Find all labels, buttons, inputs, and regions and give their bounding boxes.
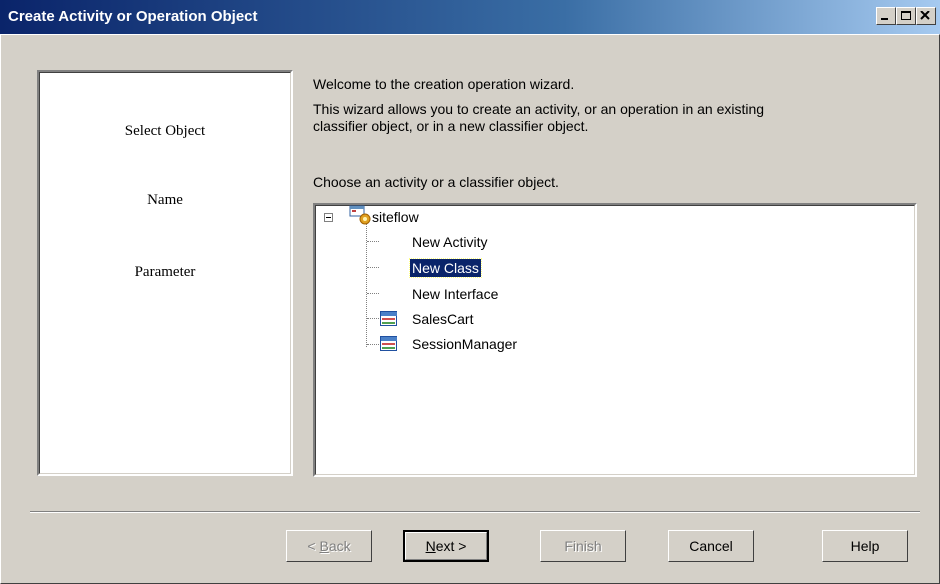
back-label: ack: [328, 538, 351, 554]
minimize-icon: [881, 18, 888, 20]
close-icon: [920, 11, 930, 20]
tree-connector: [367, 267, 379, 269]
cancel-button[interactable]: Cancel: [668, 530, 754, 562]
finish-button[interactable]: Finish: [540, 530, 626, 562]
steps-panel: Select Object Name Parameter: [37, 70, 293, 476]
tree-connector: [367, 318, 379, 320]
tree-item-sessionmanager[interactable]: SessionManager: [412, 335, 517, 353]
close-button[interactable]: [916, 7, 936, 25]
step-select-object: Select Object: [124, 123, 206, 139]
maximize-icon: [901, 11, 911, 20]
button-separator: [30, 511, 920, 513]
intro-welcome: Welcome to the creation operation wizard…: [313, 76, 575, 92]
tree-item-new-activity[interactable]: New Activity: [412, 233, 487, 251]
collapse-toggle[interactable]: [324, 213, 333, 222]
finish-label: Finish: [564, 538, 602, 554]
step-name: Name: [147, 192, 183, 208]
tree-connector: [367, 241, 379, 243]
help-button[interactable]: Help: [822, 530, 908, 562]
minimize-button[interactable]: [876, 7, 896, 25]
class-icon: [380, 311, 397, 326]
package-icon: [349, 205, 371, 225]
window-title: Create Activity or Operation Object: [8, 8, 258, 25]
tree-connector: [367, 293, 379, 295]
intro-description-line1: This wizard allows you to create an acti…: [313, 101, 765, 117]
next-label: ext >: [435, 538, 467, 554]
next-button[interactable]: Next >: [403, 530, 489, 562]
tree-item-new-interface[interactable]: New Interface: [412, 285, 498, 303]
maximize-button[interactable]: [896, 7, 916, 25]
choose-prompt: Choose an activity or a classifier objec…: [313, 174, 559, 190]
back-prefix: <: [307, 538, 320, 554]
title-bar[interactable]: Create Activity or Operation Object: [0, 0, 940, 34]
tree-connector: [367, 344, 379, 346]
tree-root-siteflow[interactable]: siteflow: [372, 208, 419, 226]
intro-description-line2: classifier object, or in a new classifie…: [313, 118, 589, 134]
help-label: Help: [850, 538, 880, 554]
cancel-label: Cancel: [689, 538, 733, 554]
classifier-tree[interactable]: siteflow New Activity New Class New Inte…: [313, 203, 917, 477]
tree-item-salescart[interactable]: SalesCart: [412, 310, 473, 328]
tree-item-new-class[interactable]: New Class: [409, 258, 482, 278]
wizard-window: Create Activity or Operation Object Sele…: [0, 0, 940, 584]
class-icon: [380, 336, 397, 351]
back-mnemonic: B: [319, 538, 329, 554]
next-mnemonic: N: [425, 538, 436, 554]
step-parameter: Parameter: [134, 264, 196, 280]
back-button[interactable]: < Back: [286, 530, 372, 562]
